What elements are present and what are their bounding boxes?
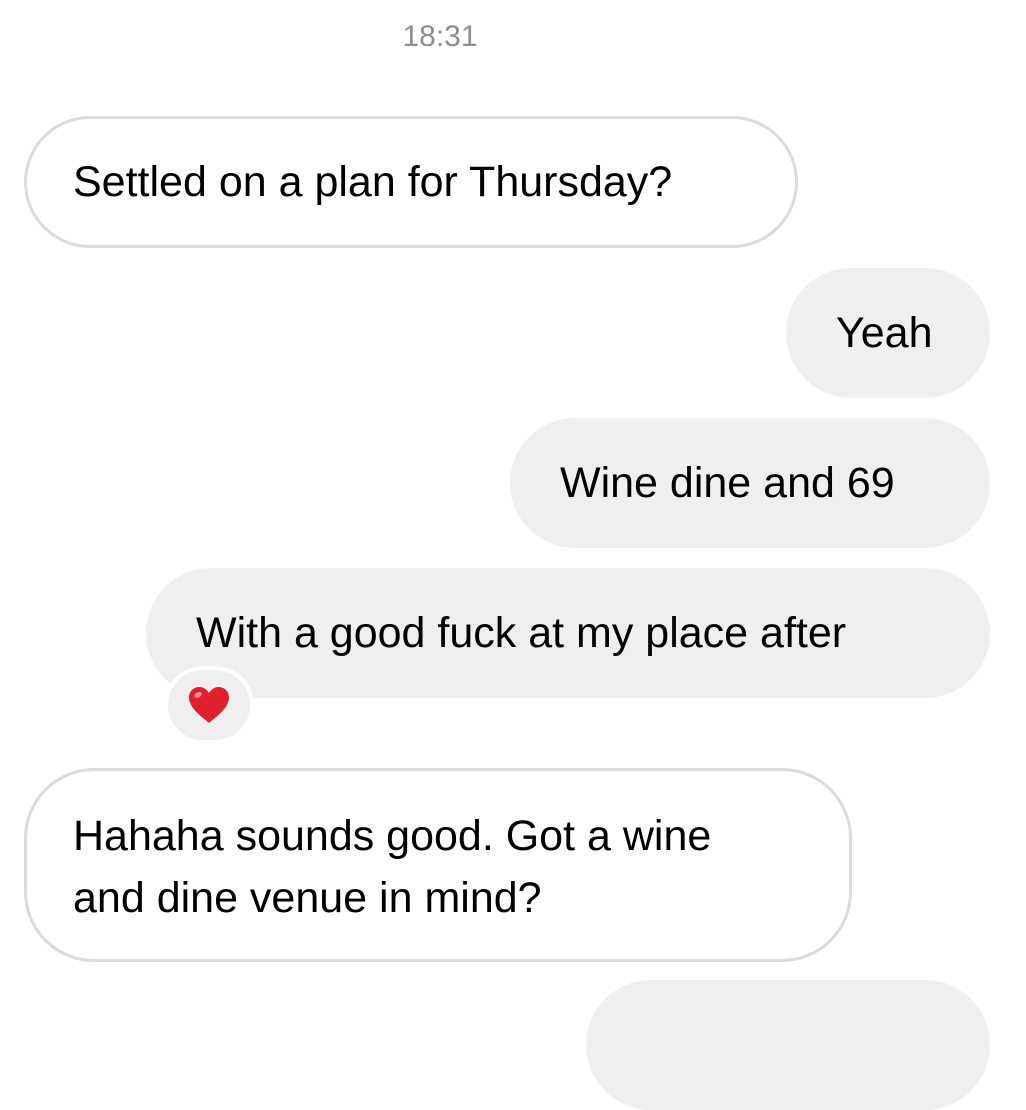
message-text: Settled on a plan for Thursday? xyxy=(73,158,673,206)
outgoing-message-bubble[interactable]: With a good fuck at my place after xyxy=(146,568,990,698)
message-text-line: Hahaha sounds good. Got a wine xyxy=(73,812,712,860)
reaction-badge[interactable] xyxy=(164,666,254,744)
incoming-message-bubble[interactable]: Hahaha sounds good. Got a wine and dine … xyxy=(24,768,852,962)
heart-icon xyxy=(189,687,229,723)
message-text: Yeah xyxy=(836,309,933,357)
message-text-line: and dine venue in mind? xyxy=(73,874,542,922)
message-text: Wine dine and 69 xyxy=(560,459,895,507)
outgoing-message-bubble[interactable] xyxy=(586,980,990,1110)
outgoing-message-bubble[interactable]: Yeah xyxy=(786,268,990,398)
incoming-message-bubble[interactable]: Settled on a plan for Thursday? xyxy=(24,116,798,248)
message-timestamp: 18:31 xyxy=(402,20,478,53)
message-text: With a good fuck at my place after xyxy=(196,609,847,657)
outgoing-message-bubble[interactable]: Wine dine and 69 xyxy=(510,418,990,548)
